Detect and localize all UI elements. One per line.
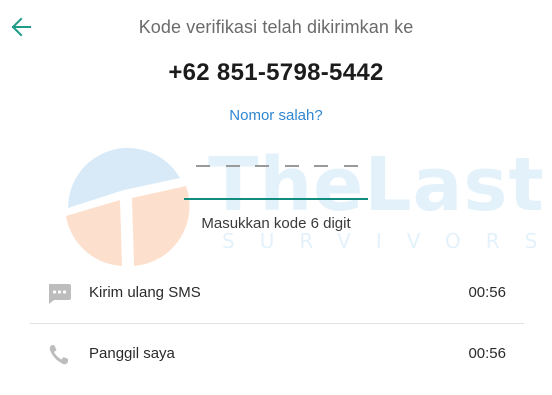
verification-code-input[interactable] — [184, 156, 368, 200]
code-input-underline — [184, 198, 368, 200]
watermark-logo-icon — [66, 147, 190, 266]
verification-screen: TheLast SURVIVORS Kode verifikasi telah … — [0, 0, 552, 395]
resend-sms-button[interactable]: Kirim ulang SMS 00:56 — [30, 270, 524, 318]
phone-number: +62 851-5798-5442 — [168, 59, 384, 86]
phone-icon — [49, 345, 68, 365]
call-me-label: Panggil saya — [89, 345, 175, 362]
resend-sms-label: Kirim ulang SMS — [89, 284, 201, 301]
page-title: Kode verifikasi telah dikirimkan ke — [138, 17, 414, 37]
resend-sms-timer: 00:56 — [468, 284, 506, 301]
watermark-subtitle: SURVIVORS — [222, 229, 552, 253]
call-me-button[interactable]: Panggil saya 00:56 — [30, 331, 524, 379]
call-me-timer: 00:56 — [468, 345, 506, 362]
message-icon — [49, 284, 71, 304]
wrong-number-link[interactable]: Nomor salah? — [0, 107, 552, 124]
divider — [30, 323, 524, 324]
code-hint: Masukkan kode 6 digit — [201, 215, 351, 232]
